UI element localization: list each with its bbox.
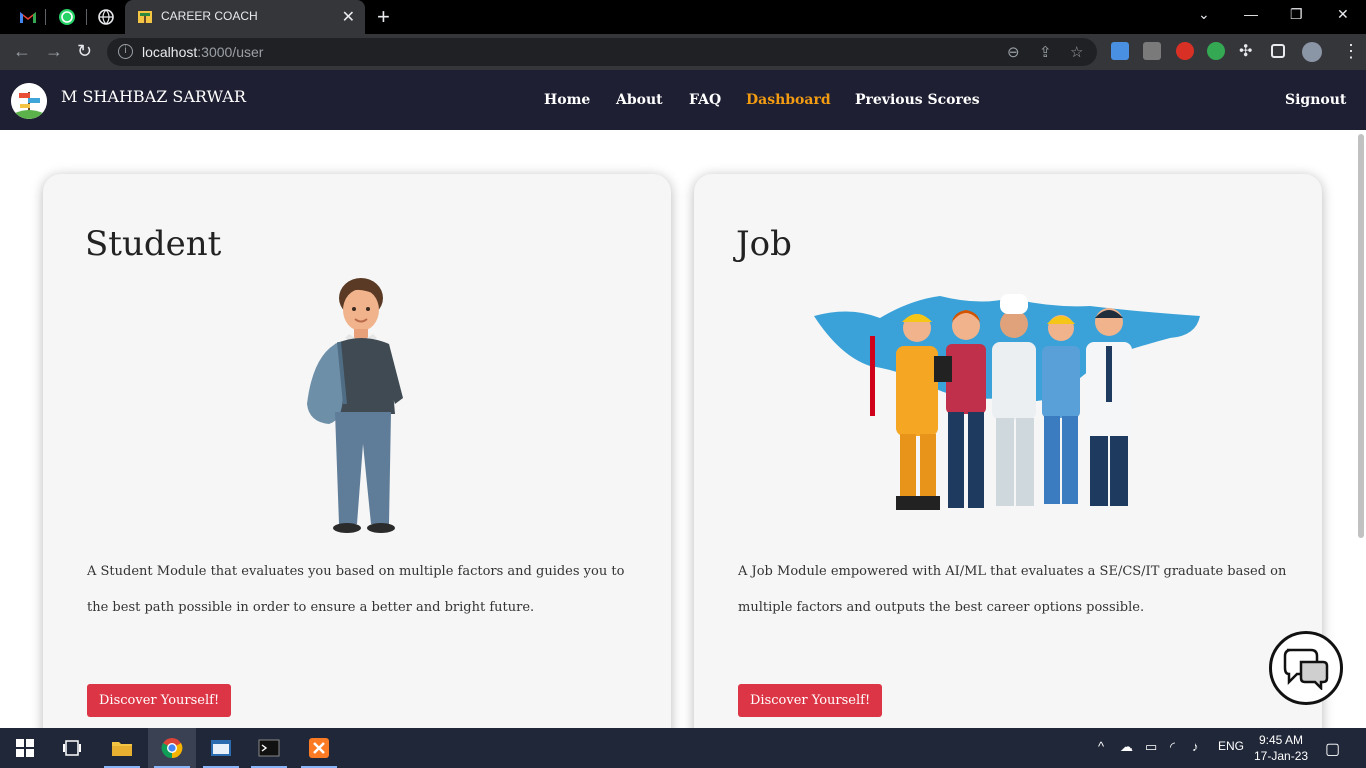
tray-expand-icon[interactable]: ^ [1098, 739, 1104, 754]
nav-faq[interactable]: FAQ [689, 92, 721, 108]
minimize-icon[interactable]: — [1244, 6, 1258, 22]
windows-start-icon[interactable] [13, 736, 37, 760]
nav-previous-scores[interactable]: Previous Scores [855, 92, 980, 108]
address-bar[interactable]: i localhost:3000/user ⊖ ⇪ ☆ [107, 38, 1097, 66]
clock-time: 9:45 AM [1259, 733, 1304, 747]
xampp-icon[interactable] [307, 736, 331, 760]
nav-home[interactable]: Home [544, 92, 590, 108]
globe-icon[interactable] [95, 6, 117, 28]
site-info-icon[interactable]: i [118, 44, 133, 59]
gmail-icon[interactable] [17, 6, 39, 28]
student-card-description: A Student Module that evaluates you base… [87, 564, 625, 615]
back-icon[interactable]: ← [13, 41, 31, 62]
more-menu-icon[interactable]: ⋮ [1342, 41, 1360, 62]
career-coach-favicon [137, 9, 153, 25]
nav-dashboard[interactable]: Dashboard [746, 92, 831, 108]
job-illustration [810, 286, 1202, 531]
system-clock[interactable]: 9:45 AM 17-Jan-23 [1254, 732, 1308, 764]
terminal-icon[interactable] [257, 736, 281, 760]
browser-tabstrip: CAREER COACH ✕ + ⌄ — ❐ ✕ [0, 0, 1366, 34]
dashboard-content: Student A Student Module that evaluates … [0, 130, 1366, 728]
extension-block-icon[interactable] [1176, 42, 1194, 60]
app-window-icon[interactable] [209, 736, 233, 760]
app-navbar: M SHAHBAZ SARWAR Home About FAQ Dashboar… [0, 70, 1366, 130]
extension-pen-icon[interactable] [1143, 42, 1161, 60]
tab-title: CAREER COACH [161, 9, 258, 23]
file-explorer-icon[interactable] [110, 736, 134, 760]
job-card-title: Job [736, 224, 792, 264]
profile-avatar[interactable] [1302, 42, 1322, 62]
windows-taskbar: ^ ☁ ▭ ◜ ♪ ENG 9:45 AM 17-Jan-23 ▢ [0, 728, 1366, 768]
nav-about[interactable]: About [616, 92, 663, 108]
tab-separator [86, 9, 87, 25]
bookmark-star-icon[interactable]: ☆ [1070, 43, 1083, 61]
chat-bubble-icon[interactable] [1269, 631, 1343, 705]
tab-search-icon[interactable]: ⌄ [1198, 6, 1210, 23]
student-illustration [299, 274, 419, 541]
tab-separator [45, 9, 46, 25]
forward-icon[interactable]: → [45, 41, 63, 62]
notification-center-icon[interactable]: ▢ [1325, 739, 1340, 759]
chrome-icon[interactable] [160, 736, 184, 760]
language-indicator[interactable]: ENG [1218, 739, 1244, 753]
job-card-description: A Job Module empowered with AI/ML that e… [738, 564, 1287, 615]
onedrive-icon[interactable]: ☁ [1120, 739, 1133, 755]
whatsapp-icon[interactable] [56, 6, 78, 28]
battery-icon[interactable]: ▭ [1145, 739, 1157, 755]
student-card-title: Student [85, 224, 222, 264]
share-icon[interactable]: ⇪ [1039, 43, 1052, 61]
side-panel-icon[interactable] [1271, 44, 1285, 58]
job-card: Job A Job Module empowered with AI/ML th… [694, 174, 1322, 728]
page-scrollbar[interactable] [1358, 134, 1364, 538]
extensions-puzzle-icon[interactable]: ✣ [1239, 41, 1252, 61]
wifi-icon[interactable]: ◜ [1170, 739, 1175, 755]
tab-career-coach[interactable]: CAREER COACH ✕ [125, 0, 365, 34]
browser-toolbar: ← → ↻ i localhost:3000/user ⊖ ⇪ ☆ ✣ ⋮ [0, 34, 1366, 70]
student-card: Student A Student Module that evaluates … [43, 174, 671, 728]
task-view-icon[interactable] [60, 736, 84, 760]
url-text[interactable]: localhost:3000/user [142, 44, 263, 60]
student-discover-button[interactable]: Discover Yourself! [87, 684, 232, 717]
job-discover-button[interactable]: Discover Yourself! [738, 684, 883, 717]
app-logo[interactable] [11, 83, 47, 119]
close-tab-icon[interactable]: ✕ [342, 7, 355, 27]
extension-color-icon[interactable] [1207, 42, 1225, 60]
volume-icon[interactable]: ♪ [1192, 739, 1199, 754]
brand-name: M SHAHBAZ SARWAR [61, 87, 246, 106]
zoom-icon[interactable]: ⊖ [1007, 43, 1020, 61]
signout-link[interactable]: Signout [1285, 92, 1346, 108]
close-window-icon[interactable]: ✕ [1337, 6, 1349, 23]
reload-icon[interactable]: ↻ [77, 41, 92, 62]
restore-icon[interactable]: ❐ [1290, 6, 1303, 23]
clock-date: 17-Jan-23 [1254, 749, 1309, 763]
extension-icon[interactable] [1111, 42, 1129, 60]
new-tab-icon[interactable]: + [377, 4, 390, 30]
